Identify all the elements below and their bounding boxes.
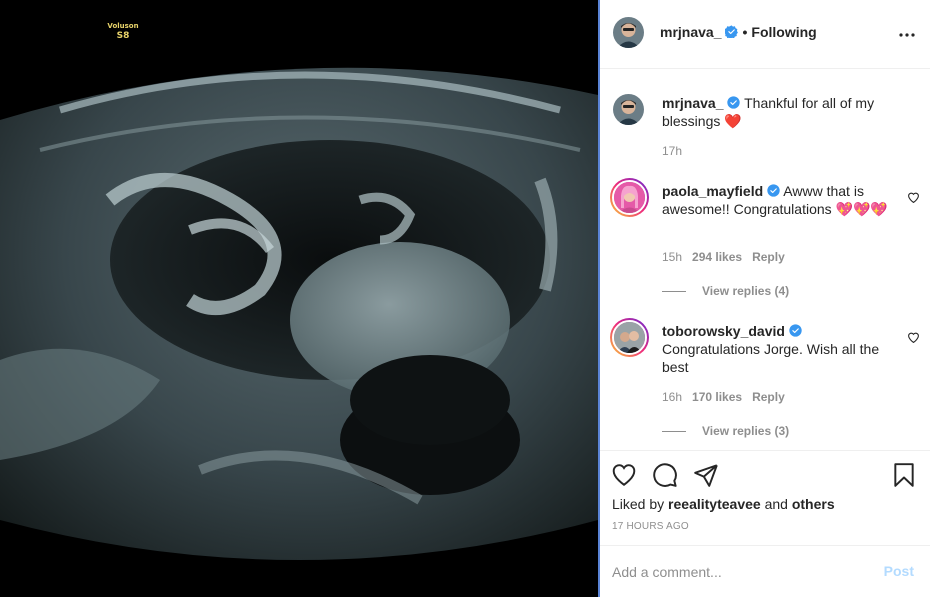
comment-username[interactable]: paola_mayfield <box>662 183 763 199</box>
more-options-icon[interactable] <box>899 33 915 37</box>
verified-badge-icon <box>727 96 741 109</box>
caption-avatar[interactable] <box>613 94 644 125</box>
comment-text: Congratulations Jorge. Wish all the best <box>662 341 880 375</box>
sparkling-heart-emoji: 💖💖💖 <box>835 201 888 217</box>
header-username[interactable]: mrjnava_ <box>660 24 721 40</box>
comment-time[interactable]: 15h <box>662 250 682 264</box>
replies-divider-line <box>662 431 686 433</box>
machine-label-model: S8 <box>116 31 130 41</box>
comment-paola: paola_mayfield Awww that is awesome!! Co… <box>662 182 890 218</box>
caption-username[interactable]: mrjnava_ <box>662 95 723 111</box>
comment-like-heart-icon[interactable] <box>907 331 920 343</box>
verified-badge-icon <box>789 324 802 337</box>
verified-badge-icon <box>767 184 780 197</box>
post-sidebar: mrjnava_ • Following mrjnava_ Thankful for… <box>600 0 930 597</box>
post-header: mrjnava_ • Following <box>600 0 930 69</box>
comment-toborowsky: toborowsky_david Congratulations Jorge. … <box>662 322 890 376</box>
comment-avatar-paola[interactable] <box>610 178 649 217</box>
view-replies-button[interactable]: View replies (4) <box>662 284 789 298</box>
liked-by-user[interactable]: reealityteavee <box>668 496 761 512</box>
like-heart-icon[interactable] <box>611 462 637 488</box>
share-paper-plane-icon[interactable] <box>693 462 719 488</box>
liked-by-others[interactable]: others <box>792 496 835 512</box>
comment-avatar-toborowsky[interactable] <box>610 318 649 357</box>
header-separator: • <box>742 24 748 40</box>
view-replies-label: View replies (3) <box>702 424 790 438</box>
author-avatar[interactable] <box>613 17 644 48</box>
comment-like-heart-icon[interactable] <box>907 191 920 203</box>
liked-by-joiner: and <box>764 496 788 512</box>
header-user-line: mrjnava_ • Following <box>660 24 817 40</box>
save-bookmark-icon[interactable] <box>891 462 917 488</box>
comment-meta: 16h 170 likes Reply <box>662 390 785 404</box>
post-actions: Liked by reealityteavee and others 17 HO… <box>600 450 930 545</box>
machine-label-brand: Voluson <box>107 22 139 30</box>
ultrasound-image <box>0 67 598 597</box>
caption-avatar-image <box>613 94 644 125</box>
comment-meta: 15h 294 likes Reply <box>662 250 785 264</box>
author-avatar-image <box>613 17 644 48</box>
post-image[interactable]: Voluson S8 <box>0 0 598 597</box>
comment-bubble-icon[interactable] <box>652 462 678 488</box>
replies-divider-line <box>662 291 686 293</box>
comment-username[interactable]: toborowsky_david <box>662 323 785 339</box>
liked-by-prefix: Liked by <box>612 496 665 512</box>
caption-time[interactable]: 17h <box>662 144 682 158</box>
machine-label: Voluson S8 <box>100 21 146 41</box>
verified-badge-icon <box>725 25 739 38</box>
reply-button[interactable]: Reply <box>752 390 785 404</box>
add-comment-input[interactable] <box>612 560 862 584</box>
post-comment-button[interactable]: Post <box>884 563 914 579</box>
caption: mrjnava_ Thankful for all of my blessing… <box>662 94 890 130</box>
reply-button[interactable]: Reply <box>752 250 785 264</box>
comment-avatar-image <box>614 322 645 353</box>
comment-likes[interactable]: 294 likes <box>692 250 742 264</box>
following-button[interactable]: Following <box>751 24 816 40</box>
view-replies-button[interactable]: View replies (3) <box>662 424 789 438</box>
view-replies-label: View replies (4) <box>702 284 790 298</box>
comment-avatar-image <box>614 182 645 213</box>
liked-by-line: Liked by reealityteavee and others <box>612 496 835 512</box>
comment-likes[interactable]: 170 likes <box>692 390 742 404</box>
post-timestamp[interactable]: 17 HOURS AGO <box>612 521 689 532</box>
add-comment-bar: Post <box>600 545 930 597</box>
comment-time[interactable]: 16h <box>662 390 682 404</box>
heart-emoji: ❤️ <box>724 113 742 129</box>
